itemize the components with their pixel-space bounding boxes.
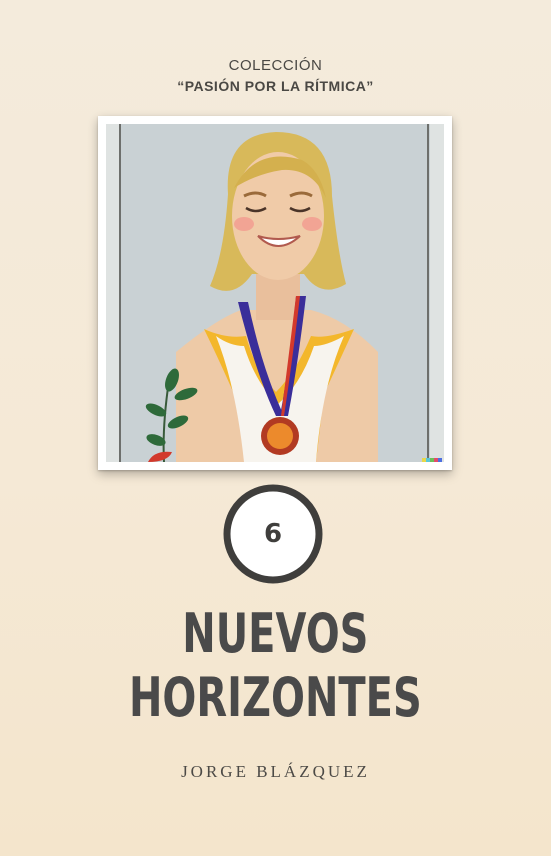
gymnast-illustration xyxy=(106,124,444,462)
author-name: JORGE BLÁZQUEZ xyxy=(181,762,370,781)
cover-illustration xyxy=(98,116,452,470)
title-line-2: HORIZONTES xyxy=(128,666,422,729)
volume-number: 6 xyxy=(263,519,283,549)
title-line-1: NUEVOS xyxy=(182,602,369,665)
volume-badge: 6 xyxy=(223,484,323,584)
book-title: NUEVOS HORIZONTES xyxy=(72,602,480,730)
collection-label: COLECCIÓN xyxy=(228,57,323,74)
collection-name: “PASIÓN POR LA RÍTMICA” xyxy=(177,78,374,94)
collection-header: COLECCIÓN “PASIÓN POR LA RÍTMICA” xyxy=(0,56,551,96)
